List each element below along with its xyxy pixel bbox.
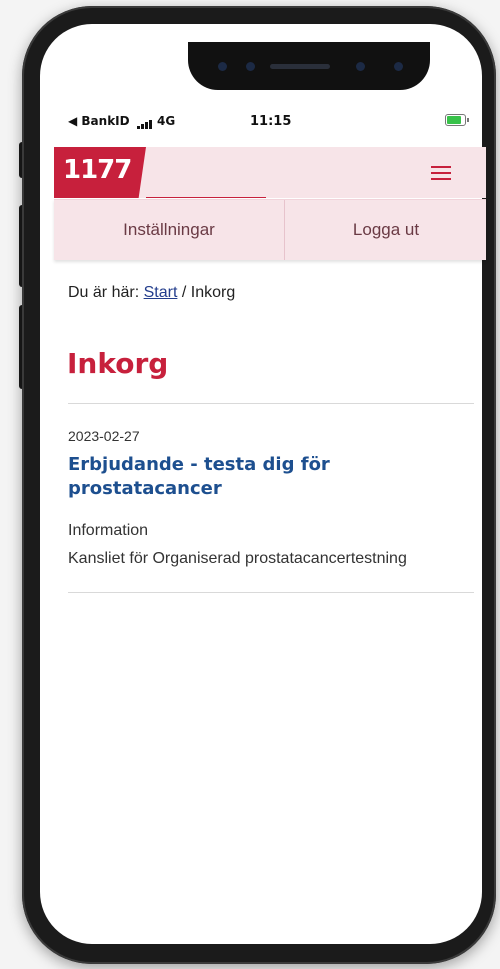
back-to-app-link[interactable]: ◀ BankID <box>68 114 130 128</box>
account-bar: Inställningar Logga ut <box>54 199 486 260</box>
breadcrumb-prefix: Du är här: <box>68 284 140 301</box>
phone-notch <box>188 42 430 90</box>
hamburger-menu-icon[interactable] <box>431 166 451 180</box>
message-date: 2023-02-27 <box>68 428 140 444</box>
header-underline <box>146 197 266 198</box>
divider <box>68 403 474 404</box>
status-time: 11:15 <box>250 114 292 129</box>
camera-icon <box>246 62 255 71</box>
message-sender: Kansliet för Organiserad prostatacancert… <box>68 550 407 567</box>
signal-strength-icon <box>136 115 153 129</box>
sensor-icon <box>394 62 403 71</box>
status-carrier-group: ◀ BankID 4G <box>68 114 175 129</box>
logout-button[interactable]: Logga ut <box>284 200 487 260</box>
app-header: 1177 <box>54 147 486 198</box>
breadcrumb-current: Inkorg <box>190 284 236 301</box>
breadcrumb: Du är här: Start / Inkorg <box>68 284 235 302</box>
page-title: Inkorg <box>67 347 169 380</box>
speaker-grille <box>270 64 330 69</box>
message-category: Information <box>68 522 149 539</box>
battery-icon <box>445 114 469 126</box>
sensor-icon <box>356 62 365 71</box>
sensor-icon <box>218 62 227 71</box>
breadcrumb-separator: / <box>181 284 187 301</box>
breadcrumb-start-link[interactable]: Start <box>144 284 178 301</box>
battery-level-fill <box>447 116 461 124</box>
device-mockup: ◀ BankID 4G 11:15 1177 Inställningar Log… <box>0 0 500 969</box>
divider <box>68 592 474 593</box>
message-title-link[interactable]: Erbjudande - testa dig för prostatacance… <box>68 453 428 501</box>
status-bar: ◀ BankID 4G 11:15 <box>58 110 478 134</box>
logo-text: 1177 <box>63 155 132 185</box>
network-type: 4G <box>156 114 176 128</box>
logo-1177[interactable]: 1177 <box>54 147 146 198</box>
settings-button[interactable]: Inställningar <box>54 200 284 260</box>
